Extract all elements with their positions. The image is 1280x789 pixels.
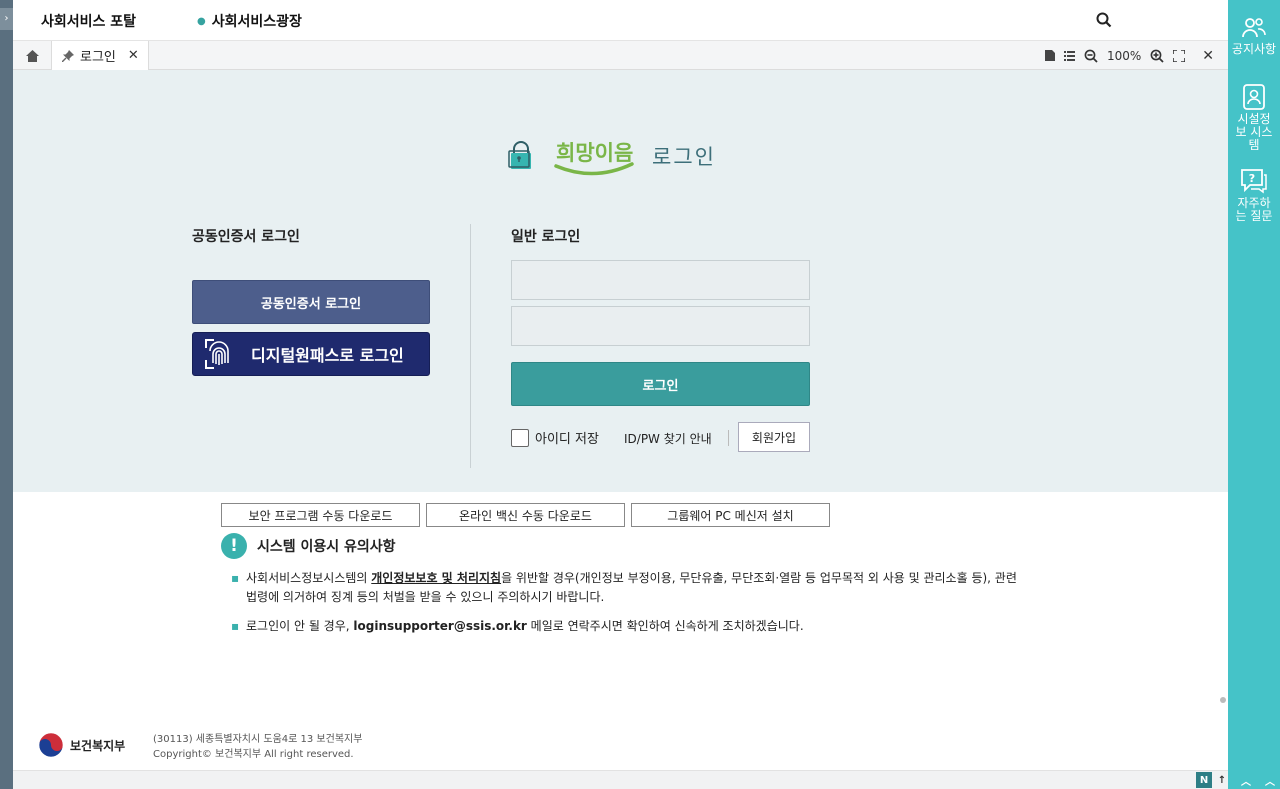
bottom-strip [13, 770, 1228, 789]
exclamation-icon: ! [221, 533, 247, 559]
hope-link-logo: 희망이음 [554, 141, 634, 176]
people-icon [1242, 18, 1266, 38]
notice-text: 사회서비스정보시스템의 [246, 571, 372, 585]
sidebar-item-facility[interactable]: 시설정보 시스템 [1228, 84, 1280, 152]
sidebar-item-label: 자주하는 질문 [1235, 196, 1273, 223]
bullet-icon: ▪ [231, 571, 240, 585]
left-collapse-strip: › [0, 0, 13, 789]
ministry-logo: 보건복지부 [38, 732, 125, 758]
column-divider [470, 224, 471, 468]
top-header: 사회서비스 포탈 ● 사회서비스광장 [13, 0, 1228, 41]
notice-item: ▪ 사회서비스정보시스템의 개인정보보호 및 처리지침을 위반할 경우(개인정보… [231, 569, 1031, 607]
notice-title-text: 시스템 이용시 유의사항 [257, 539, 396, 555]
cert-login-button[interactable]: 공동인증서 로그인 [192, 280, 430, 324]
login-button[interactable]: 로그인 [511, 362, 810, 406]
login-heading: 로그인 [652, 145, 716, 169]
home-icon [25, 49, 39, 62]
profile-card-icon [1243, 84, 1265, 110]
scroll-indicator [1220, 697, 1226, 703]
chevron-right-icon: › [4, 13, 9, 24]
close-all-icon[interactable]: ✕ [1202, 48, 1214, 64]
question-chat-icon: ? [1241, 169, 1267, 194]
fullscreen-icon[interactable] [1173, 49, 1186, 62]
search-icon[interactable] [1095, 11, 1113, 29]
security-download-button[interactable]: 보안 프로그램 수동 다운로드 [221, 503, 420, 527]
logo-row: 희망이음 로그인 [508, 128, 716, 184]
fingerprint-icon [205, 339, 229, 369]
list-icon[interactable] [1063, 50, 1075, 61]
plaza-link[interactable]: ● 사회서비스광장 [197, 11, 302, 31]
tab-tools: 100% ✕ [1044, 41, 1214, 70]
download-buttons: 보안 프로그램 수동 다운로드 온라인 백신 수동 다운로드 그룹웨어 PC 메… [221, 503, 830, 527]
document-icon[interactable] [1044, 50, 1055, 61]
zoom-out-icon[interactable] [1084, 49, 1098, 63]
id-input[interactable] [511, 260, 810, 300]
password-input[interactable] [511, 306, 810, 346]
svg-text:?: ? [1249, 172, 1255, 185]
portal-link[interactable]: 사회서비스 포탈 [41, 11, 136, 31]
tab-login[interactable]: 로그인 ✕ [52, 41, 149, 70]
ministry-name: 보건복지부 [70, 738, 126, 753]
digital-onepass-label: 디지털원패스로 로그인 [251, 346, 404, 365]
scroll-top-icon[interactable]: ↑ [1214, 772, 1230, 788]
address-text: (30113) 세종특별자치시 도움4로 13 보건복지부 [153, 734, 363, 745]
zoom-level: 100% [1106, 48, 1142, 63]
vaccine-download-button[interactable]: 온라인 백신 수동 다운로드 [426, 503, 625, 527]
bullet-icon: ▪ [231, 619, 240, 633]
sidebar-item-notice[interactable]: 공지사항 [1228, 16, 1280, 56]
checkbox-box[interactable] [511, 428, 529, 447]
join-button[interactable]: 회원가입 [738, 422, 810, 452]
footer-address: (30113) 세종특별자치시 도움4로 13 보건복지부 Copyright©… [153, 732, 362, 762]
link-separator [728, 430, 729, 446]
plaza-label: 사회서비스광장 [211, 14, 302, 30]
copyright-text: Copyright© 보건복지부 All right reserved. [153, 749, 354, 760]
footer: 보건복지부 (30113) 세종특별자치시 도움4로 13 보건복지부 Copy… [13, 720, 1228, 770]
bullet-dot-icon: ● [197, 16, 206, 27]
save-id-checkbox[interactable]: 아이디 저장 [511, 428, 599, 447]
notice-text: 로그인이 안 될 경우, [246, 619, 354, 633]
n-badge-icon[interactable]: N [1196, 772, 1212, 788]
sidebar-item-label: 공지사항 [1231, 42, 1277, 56]
zoom-in-icon[interactable] [1150, 49, 1164, 63]
chevron-up-icon[interactable]: ︿ [1262, 772, 1278, 788]
notice-title: ! 시스템 이용시 유의사항 [221, 533, 396, 559]
save-id-label: 아이디 저장 [535, 432, 599, 447]
tab-login-label: 로그인 [80, 50, 116, 65]
digital-onepass-button[interactable]: 디지털원패스로 로그인 [192, 332, 430, 376]
chevron-up-icon[interactable]: ︿ [1238, 772, 1254, 788]
sidebar-item-faq[interactable]: ? 자주하는 질문 [1228, 168, 1280, 223]
privacy-policy-link[interactable]: 개인정보보호 및 처리지침 [371, 571, 501, 585]
bottom-right-controls: N ↑ ︿ ︿ [1196, 772, 1278, 788]
taegeuk-icon [38, 732, 64, 758]
lock-icon [508, 141, 531, 169]
tab-close-icon[interactable]: ✕ [128, 48, 139, 63]
tab-bar: 로그인 ✕ 100% ✕ [13, 41, 1228, 70]
cert-login-title: 공동인증서 로그인 [192, 229, 300, 245]
login-panel: 희망이음 로그인 공동인증서 로그인 공동인증서 로그인 디지털원패스로 로그인… [13, 70, 1228, 492]
support-email: loginsupporter@ssis.or.kr [353, 619, 527, 633]
sidebar-item-label: 시설정보 시스템 [1235, 112, 1273, 152]
notice-text: 메일로 연락주시면 확인하여 신속하게 조치하겠습니다. [526, 619, 804, 633]
notice-item: ▪ 로그인이 안 될 경우, loginsupporter@ssis.or.kr… [231, 617, 1031, 636]
tab-home[interactable] [13, 41, 52, 70]
svg-text:희망이음: 희망이음 [556, 141, 633, 165]
pin-icon [62, 49, 74, 62]
find-idpw-link[interactable]: ID/PW 찾기 안내 [624, 430, 712, 447]
expand-toggle[interactable]: › [0, 8, 13, 30]
right-sidebar: 공지사항 시설정보 시스템 ? 자주하는 질문 [1228, 0, 1280, 789]
messenger-install-button[interactable]: 그룹웨어 PC 메신저 설치 [631, 503, 830, 527]
general-login-title: 일반 로그인 [511, 229, 581, 245]
